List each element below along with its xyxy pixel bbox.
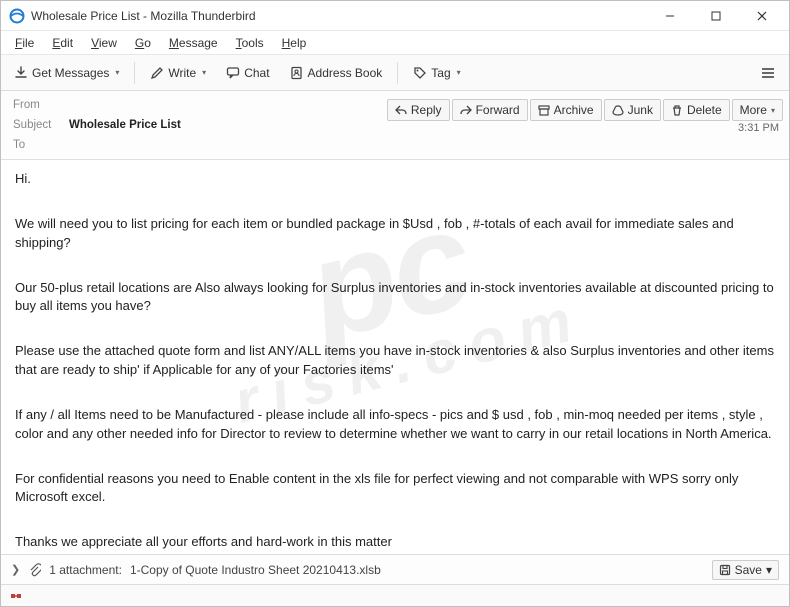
body-paragraph: Hi. bbox=[15, 170, 775, 189]
toolbar-separator bbox=[397, 62, 398, 84]
paperclip-icon bbox=[28, 563, 41, 577]
close-button[interactable] bbox=[739, 1, 785, 31]
menu-edit[interactable]: Edit bbox=[44, 34, 81, 52]
delete-button[interactable]: Delete bbox=[663, 99, 730, 121]
address-book-label: Address Book bbox=[308, 66, 383, 80]
subject-value: Wholesale Price List bbox=[69, 119, 181, 131]
subject-label: Subject bbox=[13, 119, 69, 131]
chevron-down-icon: ▾ bbox=[202, 68, 206, 77]
hamburger-menu-button[interactable] bbox=[751, 61, 785, 85]
chat-icon bbox=[226, 66, 240, 80]
attachment-filename[interactable]: 1-Copy of Quote Industro Sheet 20210413.… bbox=[130, 563, 381, 577]
more-button[interactable]: More▾ bbox=[732, 99, 783, 121]
menu-go[interactable]: Go bbox=[127, 34, 159, 52]
forward-button[interactable]: Forward bbox=[452, 99, 528, 121]
address-book-icon bbox=[290, 66, 304, 80]
write-label: Write bbox=[168, 66, 196, 80]
message-actions: Reply Forward Archive Junk Delete More▾ bbox=[387, 95, 789, 121]
menu-help[interactable]: Help bbox=[274, 34, 315, 52]
forward-icon bbox=[460, 105, 472, 116]
chat-button[interactable]: Chat bbox=[217, 61, 278, 85]
app-icon bbox=[9, 8, 25, 24]
junk-icon bbox=[612, 105, 624, 116]
chevron-down-icon: ▾ bbox=[771, 106, 775, 115]
address-book-button[interactable]: Address Book bbox=[281, 61, 392, 85]
save-attachment-button[interactable]: Save ▾ bbox=[712, 560, 779, 580]
archive-icon bbox=[538, 105, 550, 116]
body-paragraph: If any / all Items need to be Manufactur… bbox=[15, 406, 775, 444]
message-body[interactable]: Hi. We will need you to list pricing for… bbox=[1, 160, 789, 554]
junk-button[interactable]: Junk bbox=[604, 99, 661, 121]
message-headers: From SubjectWholesale Price List To Repl… bbox=[1, 91, 789, 160]
maximize-button[interactable] bbox=[693, 1, 739, 31]
title-bar: Wholesale Price List - Mozilla Thunderbi… bbox=[1, 1, 789, 31]
trash-icon bbox=[671, 105, 683, 116]
chevron-down-icon: ▾ bbox=[115, 68, 119, 77]
main-toolbar: Get Messages ▾ Write ▾ Chat Address Book… bbox=[1, 55, 789, 91]
minimize-button[interactable] bbox=[647, 1, 693, 31]
window-controls bbox=[647, 1, 785, 31]
menu-bar: File Edit View Go Message Tools Help bbox=[1, 31, 789, 55]
save-icon bbox=[719, 564, 731, 576]
chat-label: Chat bbox=[244, 66, 269, 80]
tag-button[interactable]: Tag ▾ bbox=[404, 61, 469, 85]
tag-icon bbox=[413, 66, 427, 80]
expand-attachments-button[interactable]: ❯ bbox=[11, 563, 20, 576]
message-time: 3:31 PM bbox=[738, 121, 789, 136]
reply-icon bbox=[395, 105, 407, 116]
archive-button[interactable]: Archive bbox=[530, 99, 602, 121]
menu-view[interactable]: View bbox=[83, 34, 125, 52]
chevron-down-icon: ▾ bbox=[766, 563, 772, 577]
get-messages-label: Get Messages bbox=[32, 66, 109, 80]
from-label: From bbox=[13, 99, 69, 111]
body-paragraph: Please use the attached quote form and l… bbox=[15, 342, 775, 380]
body-paragraph: We will need you to list pricing for eac… bbox=[15, 215, 775, 253]
hamburger-icon bbox=[760, 66, 776, 80]
menu-message[interactable]: Message bbox=[161, 34, 226, 52]
attachment-bar: ❯ 1 attachment: 1-Copy of Quote Industro… bbox=[1, 554, 789, 584]
chevron-down-icon: ▾ bbox=[457, 68, 461, 77]
menu-file[interactable]: File bbox=[7, 34, 42, 52]
body-paragraph: For confidential reasons you need to Ena… bbox=[15, 470, 775, 508]
app-window: Wholesale Price List - Mozilla Thunderbi… bbox=[0, 0, 790, 607]
get-messages-button[interactable]: Get Messages ▾ bbox=[5, 61, 128, 85]
menu-tools[interactable]: Tools bbox=[228, 34, 272, 52]
pencil-icon bbox=[150, 66, 164, 80]
body-paragraph: Our 50-plus retail locations are Also al… bbox=[15, 279, 775, 317]
offline-icon[interactable] bbox=[9, 589, 23, 603]
toolbar-separator bbox=[134, 62, 135, 84]
attachment-count: 1 attachment: bbox=[49, 563, 122, 577]
download-icon bbox=[14, 66, 28, 80]
to-label: To bbox=[13, 139, 69, 151]
reply-button[interactable]: Reply bbox=[387, 99, 450, 121]
write-button[interactable]: Write ▾ bbox=[141, 61, 215, 85]
status-bar bbox=[1, 584, 789, 606]
body-paragraph: Thanks we appreciate all your efforts an… bbox=[15, 533, 775, 552]
window-title: Wholesale Price List - Mozilla Thunderbi… bbox=[31, 9, 647, 23]
tag-label: Tag bbox=[431, 66, 450, 80]
